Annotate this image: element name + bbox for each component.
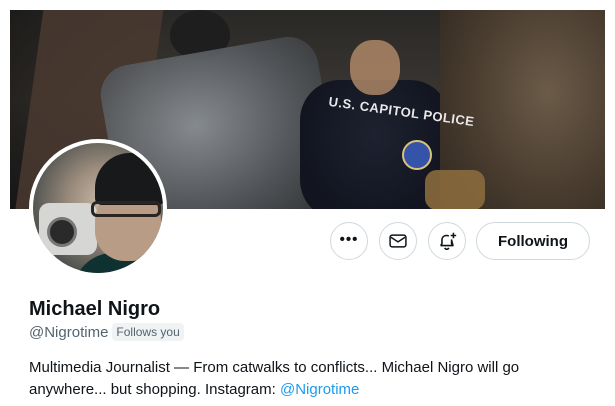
- profile-handle: @Nigrotime: [29, 323, 109, 341]
- avatar[interactable]: [29, 139, 167, 277]
- avatar-camera-lens: [47, 217, 77, 247]
- follows-you-badge: Follows you: [112, 323, 184, 341]
- more-icon: •••: [339, 230, 359, 248]
- profile-page: U.S. CAPITOL POLICE ••• Following Michae…: [0, 0, 615, 406]
- profile-name: Michael Nigro: [29, 298, 161, 320]
- banner-police-patch: [402, 140, 432, 170]
- notifications-button[interactable]: [428, 222, 466, 260]
- banner-face: [350, 40, 400, 95]
- message-button[interactable]: [379, 222, 417, 260]
- bio-instagram-link[interactable]: @Nigrotime: [280, 381, 359, 398]
- more-button[interactable]: •••: [330, 222, 368, 260]
- bio-text: Multimedia Journalist — From catwalks to…: [29, 359, 520, 398]
- following-button[interactable]: Following: [476, 222, 590, 260]
- profile-bio: Multimedia Journalist — From catwalks to…: [29, 357, 589, 401]
- bell-plus-icon: [439, 232, 457, 251]
- banner-glove: [425, 170, 485, 209]
- avatar-glasses: [91, 201, 161, 217]
- handle-row: @Nigrotime Follows you: [29, 323, 184, 341]
- envelope-icon: [389, 234, 407, 248]
